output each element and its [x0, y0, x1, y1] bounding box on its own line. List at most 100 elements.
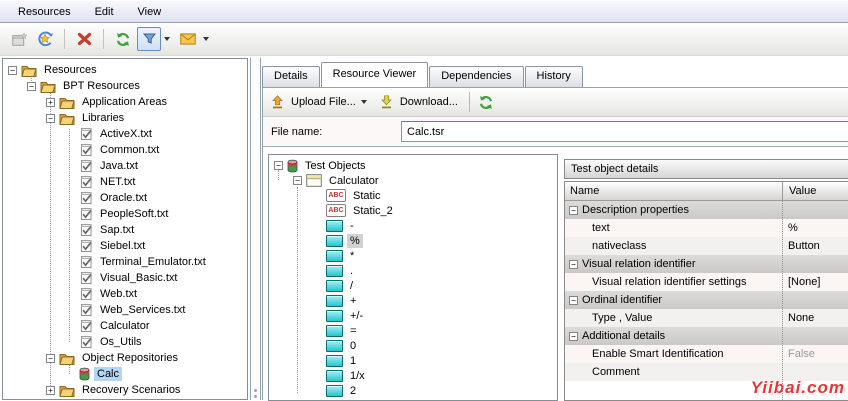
doc-check-icon [79, 319, 93, 333]
delete-button[interactable] [72, 27, 96, 51]
tree-item-item[interactable]: - [269, 218, 557, 233]
toolbar-separator [469, 92, 470, 112]
property-group-description-properties[interactable]: −Description properties [565, 201, 848, 219]
send-mail-button[interactable] [176, 27, 200, 51]
dropdown-caret-icon[interactable] [203, 37, 209, 41]
button-icon [326, 340, 343, 352]
refresh-viewer-button[interactable] [478, 95, 494, 110]
menu-item-edit[interactable]: Edit [83, 3, 126, 21]
tree-item-item[interactable]: +/- [269, 308, 557, 323]
tree-item-calculator[interactable]: Calculator [3, 318, 247, 334]
collapse-toggle-icon[interactable]: − [569, 260, 578, 269]
tree-item-siebel-txt[interactable]: Siebel.txt [3, 238, 247, 254]
property-value[interactable]: Button [782, 240, 820, 252]
tab-dependencies[interactable]: Dependencies [429, 66, 523, 87]
tree-item-terminal-emulator-txt[interactable]: Terminal_Emulator.txt [3, 254, 247, 270]
upload-dropdown-caret-icon[interactable] [361, 100, 367, 104]
collapse-toggle-icon[interactable]: − [569, 206, 578, 215]
tree-item-recovery-scenarios[interactable]: +Recovery Scenarios [3, 382, 247, 398]
property-name: Enable Smart Identification [565, 348, 782, 360]
tree-item-0[interactable]: 0 [269, 338, 557, 353]
doc-check-icon [79, 159, 93, 173]
tree-item-peoplesoft-txt[interactable]: PeopleSoft.txt [3, 206, 247, 222]
property-group-visual-relation-identifier[interactable]: −Visual relation identifier [565, 255, 848, 273]
button-icon [326, 250, 343, 262]
folder-icon [21, 64, 37, 77]
menu-item-resources[interactable]: Resources [6, 3, 83, 21]
tree-item-static[interactable]: ABCStatic [269, 188, 557, 203]
button-icon [326, 295, 343, 307]
tab-history[interactable]: History [525, 66, 583, 87]
file-name-label: File name: [271, 126, 322, 138]
doc-check-icon [79, 143, 93, 157]
button-icon [326, 220, 343, 232]
tree-item-os-utils[interactable]: Os_Utils [3, 334, 247, 350]
tree-item-label: Calculator [97, 319, 153, 333]
upload-file-button[interactable]: Upload File... [291, 96, 356, 108]
tree-item-application-areas[interactable]: +Application Areas [3, 94, 247, 110]
expand-toggle-icon[interactable]: + [46, 98, 55, 107]
menu-item-view[interactable]: View [126, 3, 174, 21]
property-group-additional-details[interactable]: −Additional details [565, 327, 848, 345]
tree-item-test-objects[interactable]: −Test Objects [269, 158, 557, 173]
delete-icon [77, 32, 92, 46]
tree-item-object-repositories[interactable]: −Object Repositories [3, 350, 247, 366]
refresh-all-button[interactable] [111, 27, 135, 51]
tree-item-sap-txt[interactable]: Sap.txt [3, 222, 247, 238]
tree-item-item[interactable]: = [269, 323, 557, 338]
dropdown-caret-icon[interactable] [164, 37, 170, 41]
doc-check-icon [79, 175, 93, 189]
panel-splitter[interactable] [250, 58, 261, 400]
new-folder-button[interactable] [33, 27, 57, 51]
tree-item-1-x[interactable]: 1/x [269, 368, 557, 383]
doc-check-icon [79, 239, 93, 253]
tree-item-libraries[interactable]: −Libraries [3, 110, 247, 126]
expand-toggle-icon[interactable]: + [46, 386, 55, 395]
property-value[interactable]: False [782, 348, 815, 360]
tree-item-java-txt[interactable]: Java.txt [3, 158, 247, 174]
tree-item-1[interactable]: 1 [269, 353, 557, 368]
tree-item-oracle-txt[interactable]: Oracle.txt [3, 190, 247, 206]
tree-item-web-txt[interactable]: Web.txt [3, 286, 247, 302]
file-name-input[interactable] [401, 121, 848, 142]
tree-item-item[interactable]: + [269, 293, 557, 308]
property-value[interactable]: None [782, 312, 814, 324]
property-group-ordinal-identifier[interactable]: −Ordinal identifier [565, 291, 848, 309]
collapse-toggle-icon[interactable]: − [27, 82, 36, 91]
tree-item-2[interactable]: 2 [269, 383, 557, 398]
doc-check-icon [79, 207, 93, 221]
abc-icon: ABC [326, 204, 346, 217]
tree-item-item[interactable]: * [269, 248, 557, 263]
details-table-header: Name Value [565, 182, 848, 201]
tree-item-static-2[interactable]: ABC Static_2 [269, 203, 557, 218]
tree-item-item[interactable]: / [269, 278, 557, 293]
tree-item-item[interactable]: . [269, 263, 557, 278]
property-value[interactable]: [None] [782, 276, 820, 288]
collapse-toggle-icon[interactable]: − [46, 354, 55, 363]
tree-item-item[interactable]: % [269, 233, 557, 248]
collapse-toggle-icon[interactable]: − [46, 114, 55, 123]
collapse-toggle-icon[interactable]: − [293, 176, 302, 185]
tree-item-activex-txt[interactable]: ActiveX.txt [3, 126, 247, 142]
tree-item-label: Web_Services.txt [97, 303, 188, 317]
test-objects-panel: −Test Objects−CalculatorABCStaticABC Stat… [268, 154, 558, 401]
property-group-label: Ordinal identifier [582, 294, 848, 306]
tab-resource-viewer[interactable]: Resource Viewer [321, 62, 429, 87]
tree-item-common-txt[interactable]: Common.txt [3, 142, 247, 158]
tree-item-calc[interactable]: Calc [3, 366, 247, 382]
tree-item-label: Static_2 [350, 204, 396, 218]
tree-item-bpt-resources[interactable]: −BPT Resources [3, 78, 247, 94]
property-value[interactable]: % [782, 222, 798, 234]
tree-item-net-txt[interactable]: NET.txt [3, 174, 247, 190]
tree-item-visual-basic-txt[interactable]: Visual_Basic.txt [3, 270, 247, 286]
collapse-toggle-icon[interactable]: − [569, 296, 578, 305]
collapse-toggle-icon[interactable]: − [8, 66, 17, 75]
download-button[interactable]: Download... [400, 96, 458, 108]
tree-item-web-services-txt[interactable]: Web_Services.txt [3, 302, 247, 318]
tab-details[interactable]: Details [262, 66, 320, 87]
filter-button[interactable] [137, 27, 161, 51]
tree-item-calculator[interactable]: −Calculator [269, 173, 557, 188]
tree-item-resources[interactable]: −Resources [3, 62, 247, 78]
collapse-toggle-icon[interactable]: − [569, 332, 578, 341]
collapse-toggle-icon[interactable]: − [274, 161, 283, 170]
